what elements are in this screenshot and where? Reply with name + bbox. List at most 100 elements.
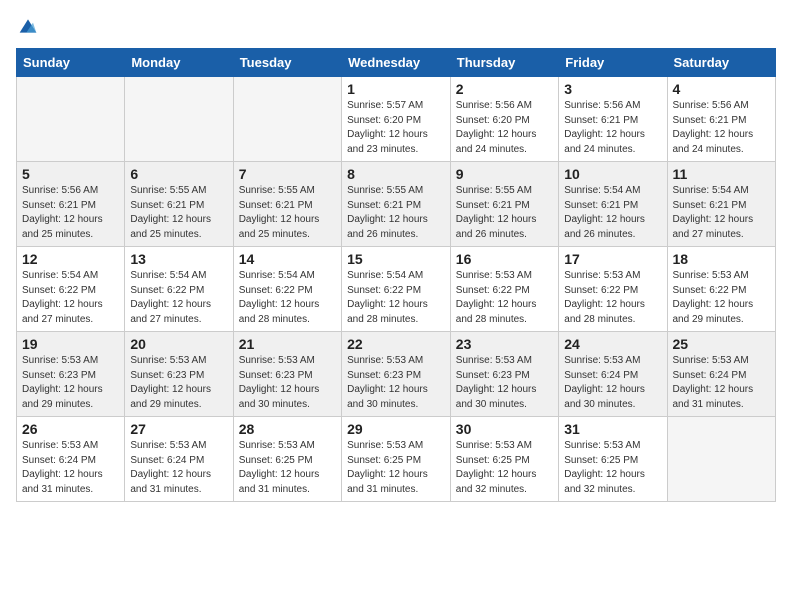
day-number: 9 [456, 166, 553, 182]
day-number: 4 [673, 81, 771, 97]
calendar-day-cell: 8Sunrise: 5:55 AM Sunset: 6:21 PM Daylig… [342, 162, 451, 247]
calendar-day-cell: 5 Sunrise: 5:56 AM Sunset: 6:21 PM Daylig… [17, 162, 125, 247]
day-number: 10 [564, 166, 661, 182]
weekday-header-friday: Friday [559, 49, 667, 77]
day-number: 24 [564, 336, 661, 352]
day-info: Sunrise: 5:53 AM Sunset: 6:23 PM Dayligh… [239, 354, 336, 412]
day-number: 3 [564, 81, 661, 97]
day-info: Sunrise: 5:54 AM Sunset: 6:22 PM Dayligh… [239, 269, 336, 327]
day-info: Sunrise: 5:53 AM Sunset: 6:24 PM Dayligh… [564, 354, 661, 412]
day-info: Sunrise: 5:56 AM Sunset: 6:21 PM Dayligh… [673, 99, 771, 157]
calendar-day-cell: 16Sunrise: 5:53 AM Sunset: 6:22 PM Dayli… [450, 247, 558, 332]
calendar-day-cell: 23 Sunrise: 5:53 AM Sunset: 6:23 PM Dayli… [450, 332, 558, 417]
day-info: Sunrise: 5:55 AM Sunset: 6:21 PM Dayligh… [239, 184, 336, 242]
day-number: 7 [239, 166, 336, 182]
day-number: 18 [673, 251, 771, 267]
calendar-week-row: 19 Sunrise: 5:53 AM Sunset: 6:23 PM Dayli… [17, 332, 776, 417]
calendar-day-cell: 17 Sunrise: 5:53 AM Sunset: 6:22 PM Dayli… [559, 247, 667, 332]
day-info: Sunrise: 5:53 AM Sunset: 6:22 PM Dayligh… [673, 269, 771, 327]
day-info: Sunrise: 5:54 AM Sunset: 6:22 PM Dayligh… [347, 269, 445, 327]
day-info: Sunrise: 5:53 AM Sunset: 6:24 PM Dayligh… [673, 354, 771, 412]
day-number: 31 [564, 421, 661, 437]
day-info: Sunrise: 5:54 AM Sunset: 6:21 PM Dayligh… [673, 184, 771, 242]
calendar-day-cell: 15 Sunrise: 5:54 AM Sunset: 6:22 PM Dayli… [342, 247, 451, 332]
day-number: 20 [130, 336, 227, 352]
day-number: 5 [22, 166, 119, 182]
day-number: 13 [130, 251, 227, 267]
calendar-day-cell [233, 77, 341, 162]
day-info: Sunrise: 5:53 AM Sunset: 6:25 PM Dayligh… [239, 439, 336, 497]
calendar-day-cell: 2Sunrise: 5:56 AM Sunset: 6:20 PM Daylig… [450, 77, 558, 162]
calendar-day-cell: 26Sunrise: 5:53 AM Sunset: 6:24 PM Dayli… [17, 417, 125, 502]
day-info: Sunrise: 5:53 AM Sunset: 6:24 PM Dayligh… [22, 439, 119, 497]
weekday-header-tuesday: Tuesday [233, 49, 341, 77]
day-info: Sunrise: 5:56 AM Sunset: 6:20 PM Dayligh… [456, 99, 553, 157]
calendar-day-cell: 11 Sunrise: 5:54 AM Sunset: 6:21 PM Dayli… [667, 162, 776, 247]
day-number: 25 [673, 336, 771, 352]
day-info: Sunrise: 5:53 AM Sunset: 6:25 PM Dayligh… [564, 439, 661, 497]
day-number: 27 [130, 421, 227, 437]
calendar-day-cell: 1 Sunrise: 5:57 AM Sunset: 6:20 PM Daylig… [342, 77, 451, 162]
day-number: 15 [347, 251, 445, 267]
day-info: Sunrise: 5:53 AM Sunset: 6:23 PM Dayligh… [347, 354, 445, 412]
day-info: Sunrise: 5:53 AM Sunset: 6:22 PM Dayligh… [456, 269, 553, 327]
calendar-day-cell: 20 Sunrise: 5:53 AM Sunset: 6:23 PM Dayli… [125, 332, 233, 417]
calendar-day-cell: 13 Sunrise: 5:54 AM Sunset: 6:22 PM Dayli… [125, 247, 233, 332]
weekday-header-monday: Monday [125, 49, 233, 77]
calendar-week-row: 5 Sunrise: 5:56 AM Sunset: 6:21 PM Daylig… [17, 162, 776, 247]
calendar-day-cell: 6 Sunrise: 5:55 AM Sunset: 6:21 PM Daylig… [125, 162, 233, 247]
weekday-header-row: SundayMondayTuesdayWednesdayThursdayFrid… [17, 49, 776, 77]
day-number: 19 [22, 336, 119, 352]
weekday-header-wednesday: Wednesday [342, 49, 451, 77]
calendar-week-row: 12Sunrise: 5:54 AM Sunset: 6:22 PM Dayli… [17, 247, 776, 332]
day-number: 21 [239, 336, 336, 352]
day-info: Sunrise: 5:54 AM Sunset: 6:22 PM Dayligh… [22, 269, 119, 327]
day-info: Sunrise: 5:53 AM Sunset: 6:23 PM Dayligh… [22, 354, 119, 412]
calendar-day-cell: 24 Sunrise: 5:53 AM Sunset: 6:24 PM Dayli… [559, 332, 667, 417]
day-info: Sunrise: 5:55 AM Sunset: 6:21 PM Dayligh… [347, 184, 445, 242]
day-number: 14 [239, 251, 336, 267]
day-info: Sunrise: 5:53 AM Sunset: 6:23 PM Dayligh… [130, 354, 227, 412]
calendar-day-cell [667, 417, 776, 502]
calendar-day-cell: 28 Sunrise: 5:53 AM Sunset: 6:25 PM Dayli… [233, 417, 341, 502]
logo-icon [18, 16, 38, 36]
day-info: Sunrise: 5:53 AM Sunset: 6:23 PM Dayligh… [456, 354, 553, 412]
day-info: Sunrise: 5:57 AM Sunset: 6:20 PM Dayligh… [347, 99, 445, 157]
day-number: 23 [456, 336, 553, 352]
calendar-day-cell: 30Sunrise: 5:53 AM Sunset: 6:25 PM Dayli… [450, 417, 558, 502]
day-number: 28 [239, 421, 336, 437]
calendar-day-cell: 14 Sunrise: 5:54 AM Sunset: 6:22 PM Dayli… [233, 247, 341, 332]
day-number: 22 [347, 336, 445, 352]
calendar-day-cell: 22 Sunrise: 5:53 AM Sunset: 6:23 PM Dayli… [342, 332, 451, 417]
calendar-week-row: 26Sunrise: 5:53 AM Sunset: 6:24 PM Dayli… [17, 417, 776, 502]
weekday-header-thursday: Thursday [450, 49, 558, 77]
day-info: Sunrise: 5:53 AM Sunset: 6:25 PM Dayligh… [347, 439, 445, 497]
weekday-header-sunday: Sunday [17, 49, 125, 77]
day-info: Sunrise: 5:54 AM Sunset: 6:22 PM Dayligh… [130, 269, 227, 327]
calendar-day-cell [17, 77, 125, 162]
calendar-day-cell: 18 Sunrise: 5:53 AM Sunset: 6:22 PM Dayli… [667, 247, 776, 332]
day-info: Sunrise: 5:53 AM Sunset: 6:24 PM Dayligh… [130, 439, 227, 497]
calendar-day-cell: 3Sunrise: 5:56 AM Sunset: 6:21 PM Daylig… [559, 77, 667, 162]
calendar-day-cell: 27 Sunrise: 5:53 AM Sunset: 6:24 PM Dayli… [125, 417, 233, 502]
day-number: 1 [347, 81, 445, 97]
day-info: Sunrise: 5:55 AM Sunset: 6:21 PM Dayligh… [130, 184, 227, 242]
calendar-day-cell: 9Sunrise: 5:55 AM Sunset: 6:21 PM Daylig… [450, 162, 558, 247]
day-number: 6 [130, 166, 227, 182]
day-number: 11 [673, 166, 771, 182]
calendar-day-cell: 7 Sunrise: 5:55 AM Sunset: 6:21 PM Daylig… [233, 162, 341, 247]
calendar-day-cell: 29Sunrise: 5:53 AM Sunset: 6:25 PM Dayli… [342, 417, 451, 502]
day-info: Sunrise: 5:54 AM Sunset: 6:21 PM Dayligh… [564, 184, 661, 242]
calendar-day-cell [125, 77, 233, 162]
calendar-day-cell: 21 Sunrise: 5:53 AM Sunset: 6:23 PM Dayli… [233, 332, 341, 417]
calendar-day-cell: 10 Sunrise: 5:54 AM Sunset: 6:21 PM Dayli… [559, 162, 667, 247]
weekday-header-saturday: Saturday [667, 49, 776, 77]
logo [16, 16, 38, 36]
calendar-day-cell: 4 Sunrise: 5:56 AM Sunset: 6:21 PM Daylig… [667, 77, 776, 162]
day-info: Sunrise: 5:53 AM Sunset: 6:22 PM Dayligh… [564, 269, 661, 327]
calendar-table: SundayMondayTuesdayWednesdayThursdayFrid… [16, 48, 776, 502]
day-number: 17 [564, 251, 661, 267]
calendar-week-row: 1 Sunrise: 5:57 AM Sunset: 6:20 PM Daylig… [17, 77, 776, 162]
calendar-day-cell: 12Sunrise: 5:54 AM Sunset: 6:22 PM Dayli… [17, 247, 125, 332]
day-info: Sunrise: 5:56 AM Sunset: 6:21 PM Dayligh… [22, 184, 119, 242]
